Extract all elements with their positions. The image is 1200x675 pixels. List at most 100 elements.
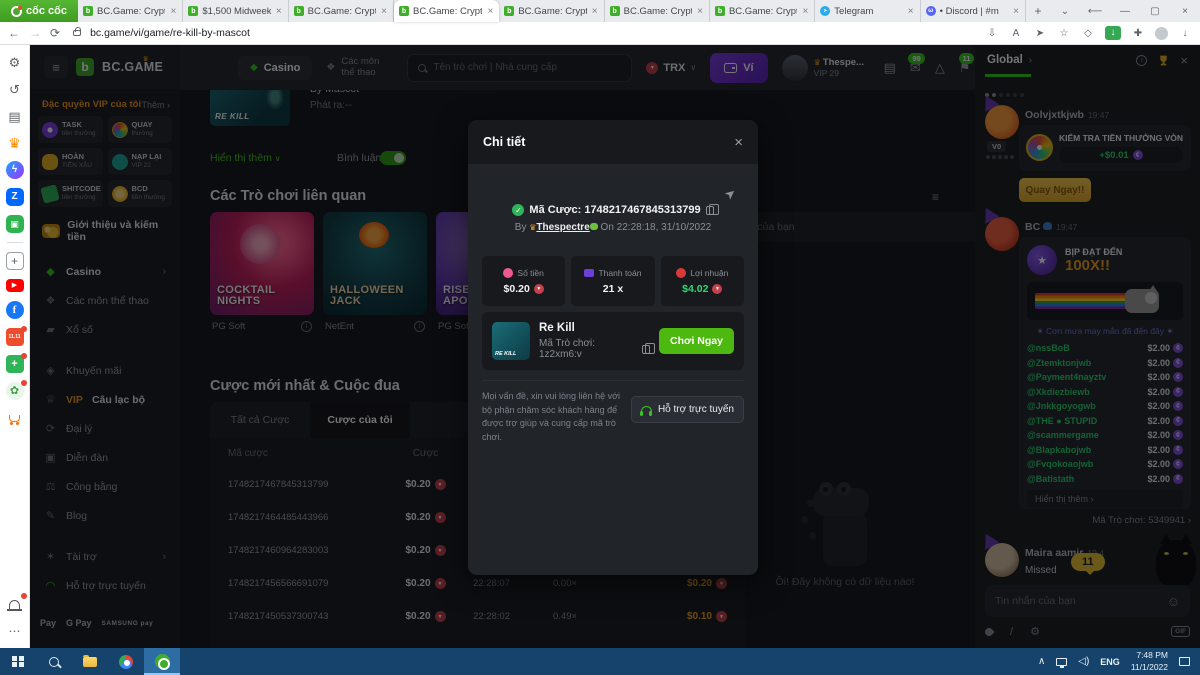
clock[interactable]: 7:48 PM 11/1/2022 (1131, 650, 1168, 672)
new-tab-button[interactable]: + (1026, 0, 1050, 22)
back-button[interactable]: ← (8, 26, 20, 40)
play-now-button[interactable]: Chơi Ngay (659, 328, 734, 354)
browser-tab[interactable]: Telegram × (815, 0, 921, 22)
close-icon[interactable]: × (734, 134, 743, 151)
browser-tab[interactable]: BC.Game: Crypto × (499, 0, 605, 22)
gift-icon[interactable]: + (5, 353, 27, 373)
tab-search-icon[interactable]: ⌄ (1050, 6, 1080, 17)
url-field[interactable] (90, 27, 976, 39)
taskbar-search-button[interactable] (36, 648, 72, 675)
divider (482, 380, 744, 381)
stat-icon (584, 268, 595, 277)
bookmark-star-icon[interactable]: ☆ (1057, 28, 1071, 39)
modal-title: Chi tiết (483, 135, 526, 149)
browser-tab[interactable]: BC.Game: Crypto × (289, 0, 394, 22)
games-icon[interactable]: ▣ (5, 215, 24, 233)
stat-icon (676, 267, 687, 278)
close-tab-icon[interactable]: × (801, 6, 809, 17)
bettor-username[interactable]: Thespectre (536, 222, 589, 233)
tab-bar: cốc cốc BC.Game: Crypto × $1,500 Midweek… (0, 0, 1200, 22)
add-shortcut-icon[interactable]: + (5, 252, 24, 270)
close-tab-icon[interactable]: × (591, 6, 599, 17)
more-icon[interactable]: ⋯ (6, 622, 24, 640)
share-icon[interactable]: ➤ (1033, 28, 1047, 39)
bell-icon[interactable] (6, 593, 27, 613)
close-tab-icon[interactable]: × (486, 6, 494, 17)
live-support-button[interactable]: Hỗ trợ trực tuyến (630, 396, 744, 423)
close-tab-icon[interactable]: × (1012, 6, 1020, 17)
tab-favicon (714, 6, 725, 16)
language-indicator[interactable]: ENG (1100, 657, 1120, 667)
close-tab-icon[interactable]: × (907, 6, 915, 17)
browser-chrome: cốc cốc BC.Game: Crypto × $1,500 Midweek… (0, 0, 1200, 45)
close-tab-icon[interactable]: × (380, 6, 388, 17)
close-tab-icon[interactable]: × (275, 6, 283, 17)
coccoc-button[interactable] (144, 648, 180, 675)
tab-favicon (83, 6, 93, 16)
adblock-shield-icon[interactable]: ◇ (1081, 28, 1095, 39)
facebook-icon[interactable]: f (5, 301, 24, 319)
download-active-icon[interactable]: ↓ (1105, 26, 1121, 40)
settings-icon[interactable]: ⚙ (6, 53, 24, 71)
forward-button[interactable]: → (29, 26, 41, 40)
file-explorer-button[interactable] (72, 648, 108, 675)
tray-expand-icon[interactable]: ∧ (1038, 656, 1045, 667)
chrome-button[interactable] (108, 648, 144, 675)
copy-icon[interactable] (642, 342, 655, 354)
browser-tab[interactable]: BC.Game: Crypto × (605, 0, 710, 22)
copy-icon[interactable] (705, 203, 719, 215)
stat-box: Số tiền $0.20 (482, 256, 566, 306)
browser-tab[interactable]: BC.Game: Crypto × (78, 0, 184, 22)
sidebar-divider[interactable] (6, 242, 23, 243)
modal-header: Chi tiết × (468, 120, 758, 164)
tab-arrow-icon[interactable]: ⟵ (1080, 6, 1110, 17)
game-thumb: RE KILL (492, 322, 530, 360)
tab-favicon (188, 6, 199, 16)
volume-icon[interactable]: ◁) (1078, 656, 1089, 667)
notification-dot (20, 593, 27, 599)
verified-check-icon: ✓ (512, 204, 525, 216)
tab-favicon (820, 6, 831, 16)
screen: cốc cốc BC.Game: Crypto × $1,500 Midweek… (0, 0, 1200, 675)
notification-dot (20, 380, 27, 386)
close-tab-icon[interactable]: × (696, 6, 704, 17)
browser-tab[interactable]: BC.Game: Crypto × (710, 0, 816, 22)
profile-avatar-icon[interactable] (1155, 26, 1168, 40)
garden-icon[interactable]: ✿ (5, 380, 27, 400)
translate-icon[interactable]: A (1009, 28, 1023, 39)
browser-tab[interactable]: • Discord | #m × (921, 0, 1026, 22)
lock-icon[interactable] (73, 27, 82, 36)
coccoc-sidebar: ⚙ ↺ ▤ ♛ ϟ Z ▣ + ▶ f 11.11 + ✿ ⋯ (0, 45, 30, 648)
downloads-tray-icon[interactable]: ↓ (1178, 28, 1192, 39)
stat-icon (503, 267, 514, 278)
bet-code: Mã Cược: 1748217467845313799 (529, 204, 701, 216)
cart-icon[interactable] (6, 409, 24, 427)
network-icon[interactable] (1056, 657, 1068, 668)
youtube-icon[interactable]: ▶ (5, 279, 24, 292)
history-icon[interactable]: ↺ (6, 80, 24, 98)
feed-icon[interactable]: ▤ (6, 107, 24, 125)
extensions-icon[interactable]: ✚ (1131, 28, 1145, 39)
trx-coin-icon (533, 283, 544, 294)
messenger-icon[interactable]: ϟ (5, 161, 24, 179)
minimize-button[interactable]: — (1110, 6, 1140, 17)
stat-box: Thanh toán 21 x (571, 256, 655, 306)
close-tab-icon[interactable]: × (169, 6, 177, 17)
close-window-button[interactable]: × (1170, 6, 1200, 17)
save-page-icon[interactable]: ⇩ (985, 28, 999, 39)
coccoc-brand-label: cốc cốc (26, 5, 67, 17)
frog-emoji (589, 223, 598, 230)
start-button[interactable] (0, 648, 36, 675)
coccoc-menu-button[interactable]: cốc cốc (0, 0, 78, 22)
maximize-button[interactable]: ▢ (1140, 6, 1170, 17)
bet-datetime: 22:28:18, 31/10/2022 (616, 222, 712, 233)
sale-11-11-icon[interactable]: 11.11 (5, 326, 27, 346)
browser-tab[interactable]: $1,500 Midweek × (183, 0, 289, 22)
browser-tab[interactable]: BC.Game: Crypto × (393, 0, 500, 22)
vip-crown-icon[interactable]: ♛ (6, 134, 24, 152)
zalo-icon[interactable]: Z (5, 188, 24, 206)
share-icon[interactable]: ➤ (721, 184, 740, 203)
action-center-icon[interactable] (1179, 657, 1190, 666)
modal-game-card: RE KILL Re Kill Mã Trò chơi: 1z2xm6:v Ch… (482, 312, 744, 370)
reload-button[interactable]: ⟳ (50, 26, 60, 40)
